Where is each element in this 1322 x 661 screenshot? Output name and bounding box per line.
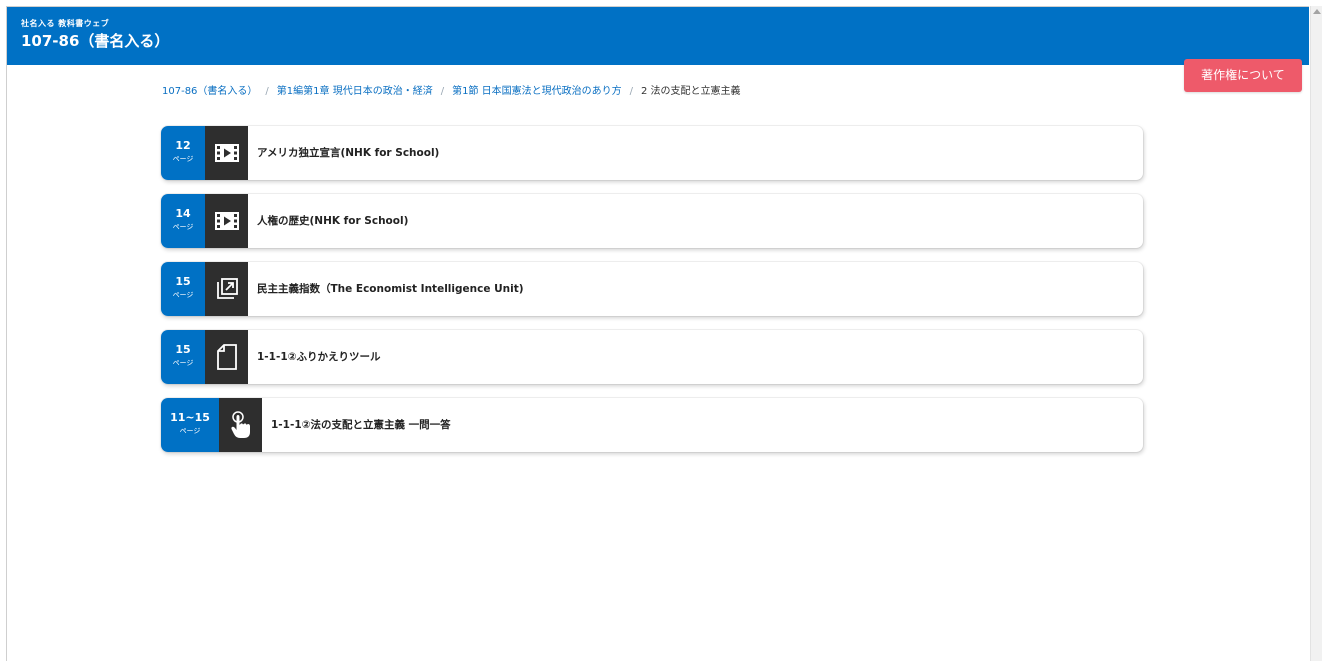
page-unit: ページ bbox=[179, 427, 201, 435]
document-icon bbox=[205, 330, 248, 384]
page-number: 12 bbox=[175, 139, 191, 152]
page-unit: ページ bbox=[172, 155, 194, 163]
item-label[interactable]: アメリカ独立宣言(NHK for School) bbox=[257, 126, 439, 180]
page-unit: ページ bbox=[172, 223, 194, 231]
breadcrumb-item-current: 2 法の支配と立憲主義 bbox=[641, 86, 741, 97]
list-item[interactable]: 15 ページ 1-1-1②ふりかえりツール bbox=[161, 330, 1143, 384]
scroll-up-icon[interactable] bbox=[1313, 9, 1321, 14]
item-label[interactable]: 人権の歴史(NHK for School) bbox=[257, 194, 408, 248]
list-item[interactable]: 14 ページ 人権の歴史(NHK for School) bbox=[161, 194, 1143, 248]
list-item[interactable]: 15 ページ 民主主義指数（The Economist Intelligence… bbox=[161, 262, 1143, 316]
breadcrumb-item-chapter[interactable]: 第1編第1章 現代日本の政治・経済 bbox=[277, 82, 433, 97]
page-badge: 12 ページ bbox=[161, 126, 205, 180]
page-badge: 11~15 ページ bbox=[161, 398, 219, 452]
breadcrumb-separator: / bbox=[629, 86, 633, 97]
tap-icon bbox=[219, 398, 262, 452]
breadcrumb-separator: / bbox=[440, 86, 445, 97]
breadcrumb-item-book[interactable]: 107-86（書名入る） bbox=[162, 82, 257, 97]
page-badge: 15 ページ bbox=[161, 330, 205, 384]
list-item[interactable]: 11~15 ページ 1-1-1②法の支配と立憲主義 一問一答 bbox=[161, 398, 1143, 452]
page-unit: ページ bbox=[172, 291, 194, 299]
page-title: 107-86（書名入る） bbox=[21, 32, 170, 50]
item-label[interactable]: 1-1-1②法の支配と立憲主義 一問一答 bbox=[271, 398, 451, 452]
breadcrumb: 107-86（書名入る） / 第1編第1章 現代日本の政治・経済 / 第1節 日本国憲法… bbox=[162, 82, 741, 97]
item-label[interactable]: 民主主義指数（The Economist Intelligence Unit) bbox=[257, 262, 524, 316]
page-number: 15 bbox=[175, 275, 191, 288]
video-icon bbox=[205, 126, 248, 180]
publisher-label: 社名入る 教科書ウェブ bbox=[21, 19, 110, 28]
page-number: 11~15 bbox=[170, 411, 210, 424]
item-label[interactable]: 1-1-1②ふりかえりツール bbox=[257, 330, 381, 384]
breadcrumb-separator: / bbox=[265, 86, 269, 97]
scrollbar[interactable] bbox=[1310, 6, 1322, 661]
page-number: 14 bbox=[175, 207, 191, 220]
app-header: 社名入る 教科書ウェブ 107-86（書名入る） bbox=[7, 7, 1309, 65]
breadcrumb-item-section[interactable]: 第1節 日本国憲法と現代政治のあり方 bbox=[452, 82, 622, 97]
page-unit: ページ bbox=[172, 359, 194, 367]
video-icon bbox=[205, 194, 248, 248]
page-badge: 15 ページ bbox=[161, 262, 205, 316]
content-list: 12 ページ アメリカ独立宣言(NHK for School) 14 ページ 人… bbox=[161, 126, 1143, 466]
list-item[interactable]: 12 ページ アメリカ独立宣言(NHK for School) bbox=[161, 126, 1143, 180]
page-badge: 14 ページ bbox=[161, 194, 205, 248]
external-link-icon bbox=[205, 262, 248, 316]
copyright-button[interactable]: 著作権について bbox=[1184, 59, 1302, 92]
page-number: 15 bbox=[175, 343, 191, 356]
